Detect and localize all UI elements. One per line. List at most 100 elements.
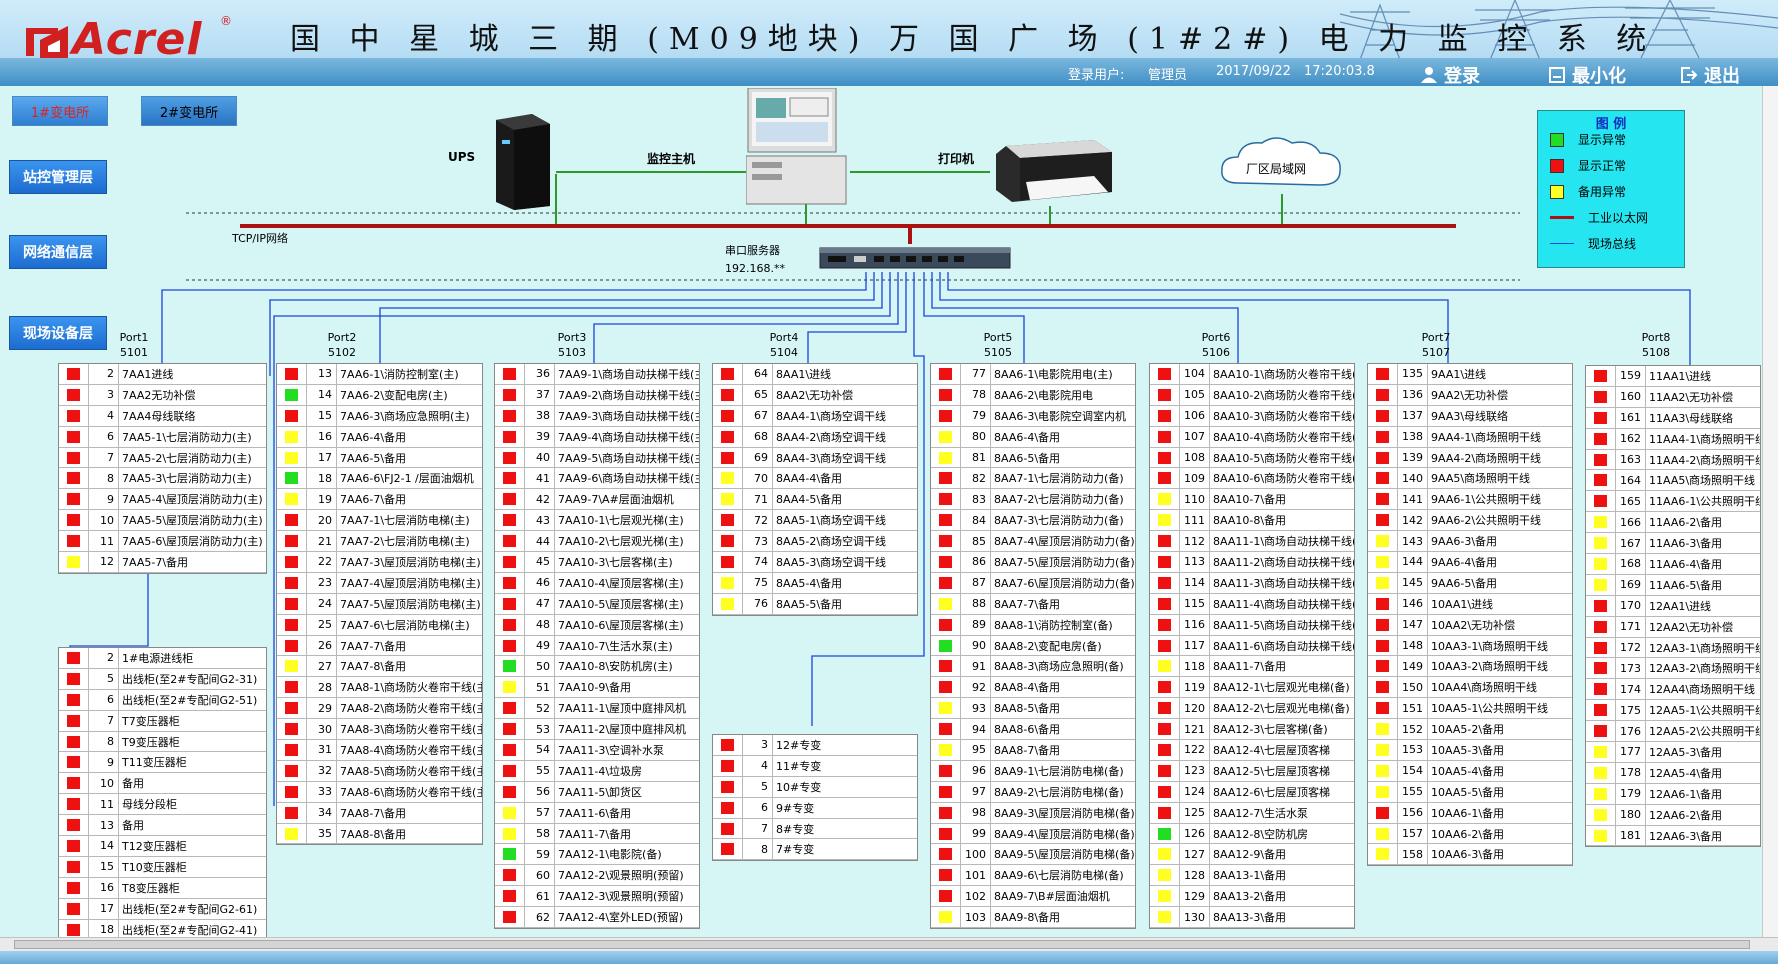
table-row[interactable]: 53 7AA11-2\屋顶中庭排风机 — [495, 719, 699, 741]
table-row[interactable]: 16 T8变压器柜 — [59, 877, 266, 899]
table-row[interactable]: 11 母线分段柜 — [59, 794, 266, 816]
table-row[interactable]: 31 7AA8-4\商场防火卷帘干线(主) — [277, 740, 482, 761]
table-row[interactable]: 122 8AA12-4\七层屋顶客梯 — [1150, 740, 1354, 761]
table-row[interactable]: 1058AA10-2\商场防火卷帘干线(备) — [1150, 384, 1354, 406]
table-row[interactable]: 41 7AA9-6\商场自动扶梯干线(主) — [495, 468, 699, 490]
minimize-button[interactable]: 最小化 — [1548, 62, 1626, 88]
table-row[interactable]: 21 7AA7-2\七层消防电梯(主) — [277, 531, 482, 553]
table-row[interactable]: 121 8AA12-3\七层客梯(备) — [1150, 719, 1354, 741]
table-row[interactable]: 24 7AA7-5\屋顶层消防电梯(主) — [277, 593, 482, 615]
table-row[interactable]: 45 7AA10-3\七层客梯(主) — [495, 552, 699, 573]
table-row[interactable]: 20 7AA7-1\七层消防电梯(主) — [277, 510, 482, 532]
table-row[interactable]: 9 7AA5-4\屋顶层消防动力(主) — [59, 489, 266, 511]
table-row[interactable]: 18 7AA6-6\FJ2-1 /层面油烟机 — [277, 468, 482, 490]
table-row[interactable]: 125 8AA12-7\生活水泵 — [1150, 802, 1354, 824]
table-row[interactable]: 120 8AA12-2\七层观光电梯(备) — [1150, 698, 1354, 720]
table-row[interactable]: 39 7AA9-4\商场自动扶梯干线(主) — [495, 426, 699, 448]
table-row[interactable]: 1128AA11-1\商场自动扶梯干线(备) — [1150, 531, 1354, 553]
table-row[interactable]: 126 8AA12-8\空防机房 — [1150, 823, 1354, 845]
table-row[interactable]: 43 7AA10-1\七层观光梯(主) — [495, 510, 699, 532]
table-row[interactable]: 145 9AA6-5\备用 — [1368, 572, 1572, 594]
table-row[interactable]: 5 出线柜(至2#专配间G2-31) — [59, 668, 266, 690]
table-row[interactable]: 111 8AA10-8\备用 — [1150, 510, 1354, 532]
table-row[interactable]: 123 8AA12-5\七层屋顶客梯 — [1150, 760, 1354, 782]
table-row[interactable]: 174 12AA4\商场照明干线 — [1586, 679, 1760, 701]
table-row[interactable]: 163 11AA4-2\商场照明干线 — [1586, 449, 1760, 471]
table-row[interactable]: 6 7AA5-1\七层消防动力(主) — [59, 426, 266, 448]
table-row[interactable]: 99 8AA9-4\屋顶层消防电梯(备) — [931, 823, 1135, 845]
table-row[interactable]: 149 10AA3-2\商场照明干线 — [1368, 656, 1572, 678]
table-row[interactable]: 26 7AA7-7\备用 — [277, 635, 482, 657]
table-row[interactable]: 160 11AA2\无功补偿 — [1586, 386, 1760, 408]
table-row[interactable]: 29 7AA8-2\商场防火卷帘干线(主) — [277, 698, 482, 720]
table-row[interactable]: 8 T9变压器柜 — [59, 731, 266, 753]
table-row[interactable]: 17 出线柜(至2#专配间G2-61) — [59, 898, 266, 920]
table-row[interactable]: 86 8AA7-5\屋顶层消防动力(备) — [931, 552, 1135, 573]
table-row[interactable]: 169 11AA6-5\备用 — [1586, 574, 1760, 596]
table-row[interactable]: 85 8AA7-4\屋顶层消防动力(备) — [931, 531, 1135, 553]
table-row[interactable]: 166 11AA6-2\备用 — [1586, 512, 1760, 534]
table-row[interactable]: 179 12AA6-1\备用 — [1586, 783, 1760, 805]
table-row[interactable]: 138 9AA4-1\商场照明干线 — [1368, 426, 1572, 448]
table-row[interactable]: 155 10AA5-5\备用 — [1368, 781, 1572, 803]
table-row[interactable]: 51 7AA10-9\备用 — [495, 677, 699, 699]
table-row[interactable]: 143 9AA6-3\备用 — [1368, 531, 1572, 553]
table-row[interactable]: 48 7AA10-6\屋顶层客梯(主) — [495, 614, 699, 636]
table-row[interactable]: 1138AA11-2\商场自动扶梯干线(备) — [1150, 552, 1354, 573]
table-row[interactable]: 147 10AA2\无功补偿 — [1368, 614, 1572, 636]
table-row[interactable]: 74 8AA5-3\商场空调干线 — [713, 552, 917, 573]
table-row[interactable]: 27 7AA7-8\备用 — [277, 656, 482, 678]
table-row[interactable]: 87 8AA7-6\屋顶层消防动力(备) — [931, 572, 1135, 594]
table-row[interactable]: 76 8AA5-5\备用 — [713, 593, 917, 615]
table-row[interactable]: 56 7AA11-5\卸货区 — [495, 781, 699, 803]
table-row[interactable]: 103 8AA9-8\备用 — [931, 907, 1135, 929]
table-row[interactable]: 5 10#专变 — [713, 776, 917, 798]
table-row[interactable]: 91 8AA8-3\商场应急照明(备) — [931, 656, 1135, 678]
table-row[interactable]: 119 8AA12-1\七层观光电梯(备) — [1150, 677, 1354, 699]
table-row[interactable]: 90 8AA8-2\变配电房(备) — [931, 635, 1135, 657]
table-row[interactable]: 83 8AA7-2\七层消防动力(备) — [931, 489, 1135, 511]
table-row[interactable]: 93 8AA8-5\备用 — [931, 698, 1135, 720]
table-row[interactable]: 17 7AA6-5\备用 — [277, 447, 482, 469]
horizontal-scrollbar[interactable] — [0, 937, 1778, 951]
exit-button[interactable]: 退出 — [1680, 62, 1740, 88]
table-row[interactable]: 1178AA11-6\商场自动扶梯干线(备) — [1150, 635, 1354, 657]
table-row[interactable]: 44 7AA10-2\七层观光梯(主) — [495, 531, 699, 553]
table-row[interactable]: 9 T11变压器柜 — [59, 752, 266, 774]
table-row[interactable]: 25 7AA7-6\七层消防电梯(主) — [277, 614, 482, 636]
table-row[interactable]: 1078AA10-4\商场防火卷帘干线(备) — [1150, 426, 1354, 448]
table-row[interactable]: 8 7#专变 — [713, 839, 917, 861]
table-row[interactable]: 79 8AA6-3\电影院空调室内机 — [931, 405, 1135, 427]
table-row[interactable]: 98 8AA9-3\屋顶层消防电梯(备) — [931, 802, 1135, 824]
table-row[interactable]: 129 8AA13-2\备用 — [1150, 886, 1354, 908]
table-row[interactable]: 60 7AA12-2\观景照明(预留) — [495, 865, 699, 887]
table-row[interactable]: 72 8AA5-1\商场空调干线 — [713, 510, 917, 532]
table-row[interactable]: 101 8AA9-6\七层消防电梯(备) — [931, 865, 1135, 887]
table-row[interactable]: 47 7AA10-5\屋顶层客梯(主) — [495, 593, 699, 615]
table-row[interactable]: 28 7AA8-1\商场防火卷帘干线(主) — [277, 677, 482, 699]
table-row[interactable]: 69 8AA4-3\商场空调干线 — [713, 447, 917, 469]
table-row[interactable]: 152 10AA5-2\备用 — [1368, 719, 1572, 741]
table-row[interactable]: 38 7AA9-3\商场自动扶梯干线(主) — [495, 405, 699, 427]
table-row[interactable]: 70 8AA4-4\备用 — [713, 468, 917, 490]
table-row[interactable]: 137 9AA3\母线联络 — [1368, 405, 1572, 427]
table-row[interactable]: 168 11AA6-4\备用 — [1586, 554, 1760, 575]
table-row[interactable]: 1168AA11-5\商场自动扶梯干线(备) — [1150, 614, 1354, 636]
table-row[interactable]: 130 8AA13-3\备用 — [1150, 907, 1354, 929]
table-row[interactable]: 164 11AA5\商场照明干线 — [1586, 470, 1760, 492]
table-row[interactable]: 89 8AA8-1\消防控制室(备) — [931, 614, 1135, 636]
table-row[interactable]: 141 9AA6-1\公共照明干线 — [1368, 489, 1572, 511]
table-row[interactable]: 22 7AA7-3\屋顶层消防电梯(主) — [277, 552, 482, 573]
table-row[interactable]: 159 11AA1\进线 — [1586, 366, 1760, 387]
table-row[interactable]: 81 8AA6-5\备用 — [931, 447, 1135, 469]
table-row[interactable]: 128 8AA13-1\备用 — [1150, 865, 1354, 887]
table-row[interactable]: 153 10AA5-3\备用 — [1368, 740, 1572, 761]
table-row[interactable]: 42 7AA9-7\A#层面油烟机 — [495, 489, 699, 511]
table-row[interactable]: 4 11#专变 — [713, 755, 917, 777]
table-row[interactable]: 151 10AA5-1\公共照明干线 — [1368, 698, 1572, 720]
table-row[interactable]: 158 10AA6-3\备用 — [1368, 844, 1572, 866]
table-row[interactable]: 140 9AA5\商场照明干线 — [1368, 468, 1572, 490]
table-row[interactable]: 173 12AA3-2\商场照明干线 — [1586, 658, 1760, 680]
table-row[interactable]: 6 9#专变 — [713, 797, 917, 819]
table-row[interactable]: 34 7AA8-7\备用 — [277, 802, 482, 824]
